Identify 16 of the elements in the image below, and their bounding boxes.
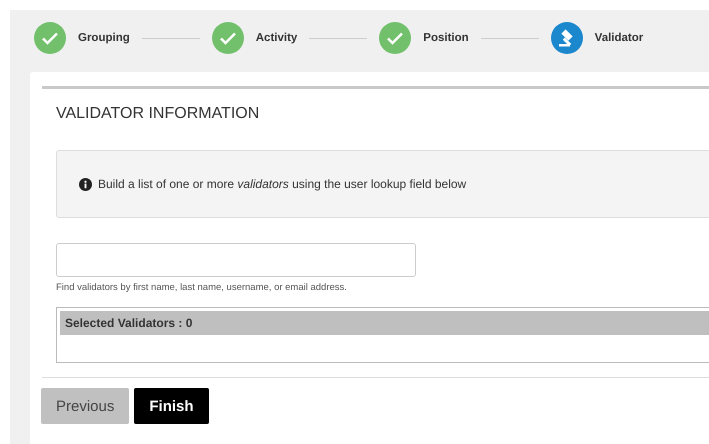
step-label: Validator [594, 32, 644, 44]
help-text: Find validators by first name, last name, username, or email address. [56, 282, 348, 293]
user-lookup-field[interactable] [56, 243, 416, 277]
check-icon [34, 22, 66, 54]
check-icon [212, 22, 244, 54]
check-icon [379, 22, 412, 54]
gavel-icon [550, 22, 583, 54]
finish-button[interactable]: Finish [134, 388, 209, 424]
step-label: Grouping [78, 32, 130, 44]
info-text: Build a list of one or more validators using the user lookup field below [98, 177, 466, 191]
info-icon [79, 178, 92, 190]
step-label: Activity [256, 32, 298, 44]
previous-button[interactable]: Previous [41, 388, 130, 424]
section-title: VALIDATOR INFORMATION [56, 105, 260, 123]
step-label: Position [423, 32, 469, 44]
selected-header: Selected Validators : 0 [60, 311, 709, 335]
